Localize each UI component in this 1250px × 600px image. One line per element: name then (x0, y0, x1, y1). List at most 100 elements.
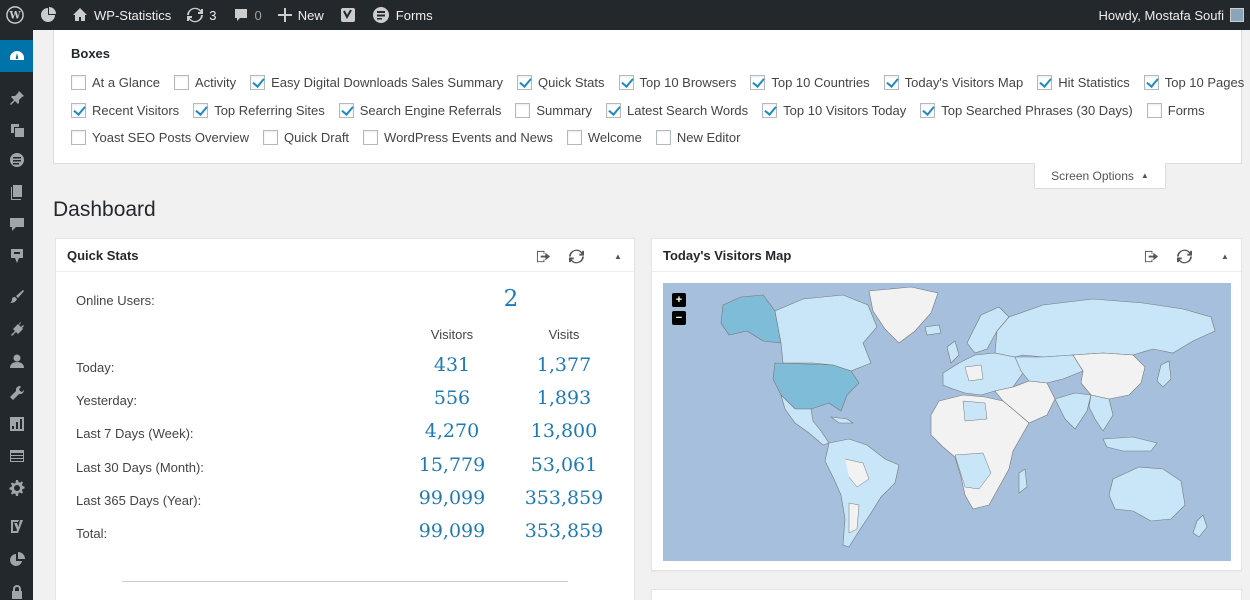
canada-shape[interactable] (774, 294, 878, 372)
checkbox-unchecked[interactable] (566, 130, 582, 145)
refresh-icon[interactable] (1175, 247, 1193, 265)
checkbox-unchecked[interactable] (263, 130, 279, 145)
new-content-link[interactable]: New (270, 0, 332, 30)
southeast-asia-shape[interactable] (1088, 394, 1114, 432)
iceland-shape[interactable] (924, 324, 942, 336)
indonesia-shape[interactable] (1102, 436, 1158, 452)
visitors-value[interactable]: 4,270 (392, 420, 512, 442)
visits-value[interactable]: 1,377 (504, 354, 624, 376)
visitors-value[interactable]: 431 (392, 354, 512, 376)
tools-icon[interactable] (0, 377, 33, 409)
checkbox-checked[interactable] (1037, 75, 1053, 90)
box-toggle-item[interactable]: Welcome (566, 130, 642, 145)
settings-icon[interactable] (0, 472, 33, 504)
checkbox-checked[interactable] (517, 75, 533, 90)
checkbox-checked[interactable] (762, 103, 778, 118)
box-toggle-item[interactable]: Search Engine Referrals (338, 103, 501, 118)
japan-shape[interactable] (1156, 360, 1172, 388)
plugins-icon[interactable] (0, 313, 33, 345)
table-icon[interactable] (0, 440, 33, 472)
dashboard-icon[interactable] (0, 40, 33, 72)
box-toggle-item[interactable]: Quick Draft (263, 130, 349, 145)
new-zealand-shape[interactable] (1192, 514, 1208, 538)
checkbox-unchecked[interactable] (363, 130, 379, 145)
box-toggle-item[interactable]: Top Referring Sites (193, 103, 325, 118)
comments-link[interactable]: 0 (225, 0, 270, 30)
refresh-icon[interactable] (567, 247, 585, 265)
checkbox-checked[interactable] (883, 75, 899, 90)
screen-options-button[interactable]: Screen Options ▲ (1034, 163, 1166, 189)
checkbox-checked[interactable] (618, 75, 634, 90)
world-map[interactable]: + − (663, 283, 1231, 561)
alaska-shape[interactable] (720, 294, 782, 344)
visitors-value[interactable]: 556 (392, 387, 512, 409)
visits-value[interactable]: 13,800 (504, 420, 624, 442)
checkbox-checked[interactable] (338, 103, 354, 118)
visits-value[interactable]: 53,061 (504, 454, 624, 476)
checkbox-checked[interactable] (750, 75, 766, 90)
checkbox-unchecked[interactable] (71, 75, 86, 90)
checkbox-unchecked[interactable] (71, 130, 86, 145)
checkbox-checked[interactable] (250, 75, 266, 90)
madagascar-shape[interactable] (1018, 468, 1028, 494)
china-shape[interactable] (1072, 352, 1146, 400)
visits-value[interactable]: 1,893 (504, 387, 624, 409)
yoast-icon[interactable] (0, 510, 33, 542)
checkbox-unchecked[interactable] (1146, 103, 1162, 118)
box-toggle-item[interactable]: Top 10 Pages (1143, 75, 1244, 90)
box-toggle-item[interactable]: Top 10 Countries (750, 75, 870, 90)
caribbean-shape[interactable] (829, 416, 854, 424)
yoast-icon[interactable] (332, 0, 364, 30)
checkbox-checked[interactable] (920, 103, 936, 118)
box-toggle-item[interactable]: Top 10 Visitors Today (762, 103, 906, 118)
collapse-toggle-icon[interactable]: ▲ (609, 247, 627, 265)
checkbox-checked[interactable] (1143, 75, 1159, 90)
statistics-icon[interactable] (0, 408, 33, 440)
collapse-toggle-icon[interactable]: ▲ (1216, 247, 1234, 265)
quick-stats-header[interactable]: Quick Stats ▲ (56, 239, 634, 272)
media-icon[interactable] (0, 114, 33, 146)
my-account[interactable]: Howdy, Mostafa Soufi (1099, 0, 1250, 30)
wp-logo-icon[interactable]: W (0, 0, 32, 30)
box-toggle-item[interactable]: Recent Visitors (71, 103, 179, 118)
checkbox-unchecked[interactable] (515, 103, 531, 118)
zoom-in-button[interactable]: + (672, 293, 686, 307)
checkbox-unchecked[interactable] (173, 75, 189, 90)
users-icon[interactable] (0, 345, 33, 377)
box-toggle-item[interactable]: Today's Visitors Map (883, 75, 1023, 90)
box-toggle-item[interactable]: WordPress Events and News (363, 130, 553, 145)
pin-icon[interactable] (0, 82, 33, 114)
visits-value[interactable]: 353,859 (504, 520, 624, 542)
pages-icon[interactable] (0, 144, 33, 176)
central-asia-shape[interactable] (1014, 354, 1084, 384)
australia-shape[interactable] (1108, 466, 1186, 522)
visitors-map-header[interactable]: Today's Visitors Map ▲ (652, 239, 1241, 272)
box-toggle-item[interactable]: At a Glance (71, 75, 160, 90)
checkbox-checked[interactable] (193, 103, 209, 118)
south-america-shape[interactable] (824, 438, 900, 548)
checkbox-checked[interactable] (71, 103, 86, 118)
russia-shape[interactable] (994, 298, 1216, 358)
box-toggle-item[interactable]: Latest Search Words (606, 103, 748, 118)
site-name-link[interactable]: WP-Statistics (64, 0, 179, 30)
box-toggle-item[interactable]: Summary (515, 103, 592, 118)
checkbox-checked[interactable] (606, 103, 622, 118)
comments-icon[interactable] (0, 208, 33, 240)
feedback-icon[interactable] (0, 240, 33, 272)
export-icon[interactable] (1142, 247, 1160, 265)
box-toggle-item[interactable]: Yoast SEO Posts Overview (71, 130, 249, 145)
box-toggle-item[interactable]: New Editor (655, 130, 740, 145)
box-toggle-item[interactable]: Quick Stats (517, 75, 605, 90)
box-toggle-item[interactable]: Hit Statistics (1037, 75, 1130, 90)
updates-link[interactable]: 3 (179, 0, 224, 30)
lock-icon[interactable] (0, 576, 33, 600)
chart-icon[interactable] (0, 544, 33, 576)
visitors-value[interactable]: 99,099 (392, 520, 512, 542)
visitors-value[interactable]: 15,779 (392, 454, 512, 476)
box-toggle-item[interactable]: Top Searched Phrases (30 Days) (920, 103, 1133, 118)
visitors-value[interactable]: 99,099 (392, 487, 512, 509)
visits-value[interactable]: 353,859 (504, 487, 624, 509)
dashboard-pie-icon[interactable] (32, 0, 64, 30)
forms-link[interactable]: Forms (364, 0, 441, 30)
appearance-icon[interactable] (0, 281, 33, 313)
